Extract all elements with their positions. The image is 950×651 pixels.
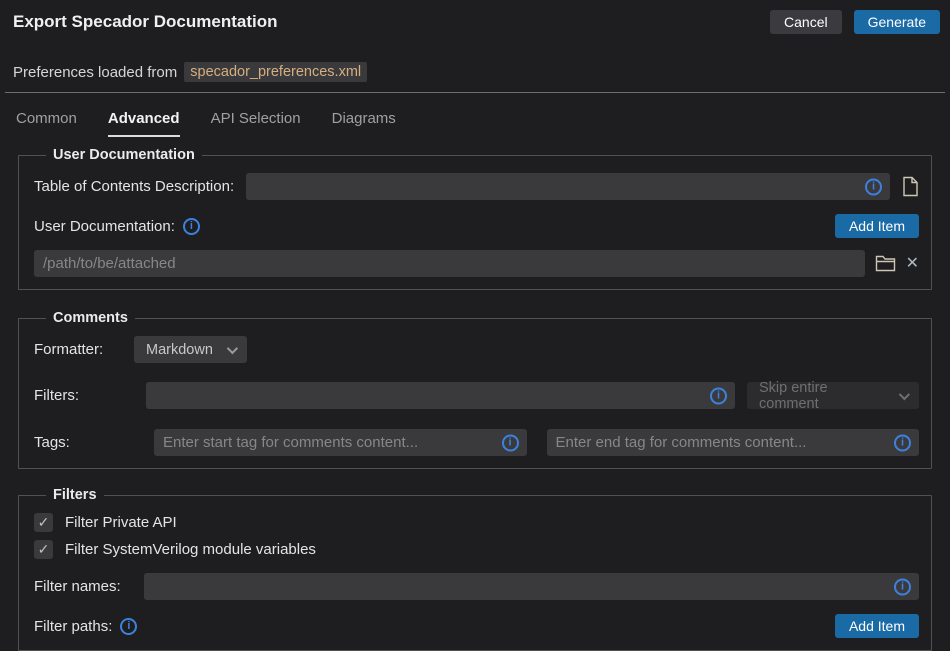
group-comments-title: Comments [46,310,135,326]
add-item-button[interactable]: Add Item [835,614,919,638]
formatter-label: Formatter: [34,341,134,358]
group-user-documentation-title: User Documentation [46,147,202,163]
chevron-down-icon [227,342,238,353]
tab-common[interactable]: Common [16,110,77,137]
group-comments: Comments Formatter: Markdown Filters: i … [18,310,932,469]
browse-folder-icon[interactable] [875,255,896,272]
comment-filter-mode-select[interactable]: Skip entire comment [747,382,919,409]
info-icon[interactable]: i [894,434,911,451]
info-icon[interactable]: i [502,434,519,451]
open-file-icon[interactable] [902,176,919,197]
checkmark-icon: ✓ [38,514,50,531]
tab-api-selection[interactable]: API Selection [211,110,301,137]
comments-filters-label: Filters: [34,387,134,404]
cancel-button[interactable]: Cancel [770,10,842,34]
checkbox-filter-private-api-label: Filter Private API [65,514,177,531]
info-icon[interactable]: i [894,578,911,595]
info-icon[interactable]: i [183,218,200,235]
checkbox-filter-private-api[interactable]: ✓ [34,513,53,532]
tab-advanced[interactable]: Advanced [108,110,180,137]
preferences-text: Preferences loaded from [13,64,177,81]
toc-description-input[interactable] [246,173,890,200]
attachment-path-input[interactable] [34,250,865,277]
checkbox-filter-sv-module-variables[interactable]: ✓ [34,540,53,559]
close-icon[interactable]: ✕ [906,256,919,272]
group-filters: Filters ✓ Filter Private API ✓ Filter Sy… [18,487,932,651]
info-icon[interactable]: i [865,178,882,195]
dialog-header: Export Specador Documentation Cancel Gen… [0,0,950,34]
preferences-file-chip: specador_preferences.xml [184,62,367,82]
preferences-row: Preferences loaded from specador_prefere… [13,62,950,82]
info-icon[interactable]: i [710,387,727,404]
tags-label: Tags: [34,434,134,451]
header-buttons: Cancel Generate [770,10,940,34]
group-user-documentation: User Documentation Table of Contents Des… [18,147,932,290]
comments-filters-input[interactable] [146,382,735,409]
tab-bar: Common Advanced API Selection Diagrams [16,110,950,137]
add-item-button[interactable]: Add Item [835,214,919,238]
user-documentation-label: User Documentation: [34,218,175,235]
group-filters-title: Filters [46,487,104,503]
filter-names-label: Filter names: [34,578,136,595]
checkmark-icon: ✓ [38,541,50,558]
info-icon[interactable]: i [120,618,137,635]
header-divider [5,92,945,93]
generate-button[interactable]: Generate [854,10,940,34]
start-tag-input[interactable] [154,429,527,456]
filter-names-input[interactable] [144,573,919,600]
tab-diagrams[interactable]: Diagrams [332,110,396,137]
filter-paths-label: Filter paths: [34,618,112,635]
formatter-select[interactable]: Markdown [134,336,247,363]
checkbox-filter-sv-module-variables-label: Filter SystemVerilog module variables [65,541,316,558]
comment-filter-mode-value: Skip entire comment [759,380,885,412]
formatter-selected-value: Markdown [146,342,213,358]
chevron-down-icon [899,389,910,400]
toc-description-label: Table of Contents Description: [34,178,234,195]
end-tag-input[interactable] [547,429,920,456]
page-title: Export Specador Documentation [13,10,277,34]
